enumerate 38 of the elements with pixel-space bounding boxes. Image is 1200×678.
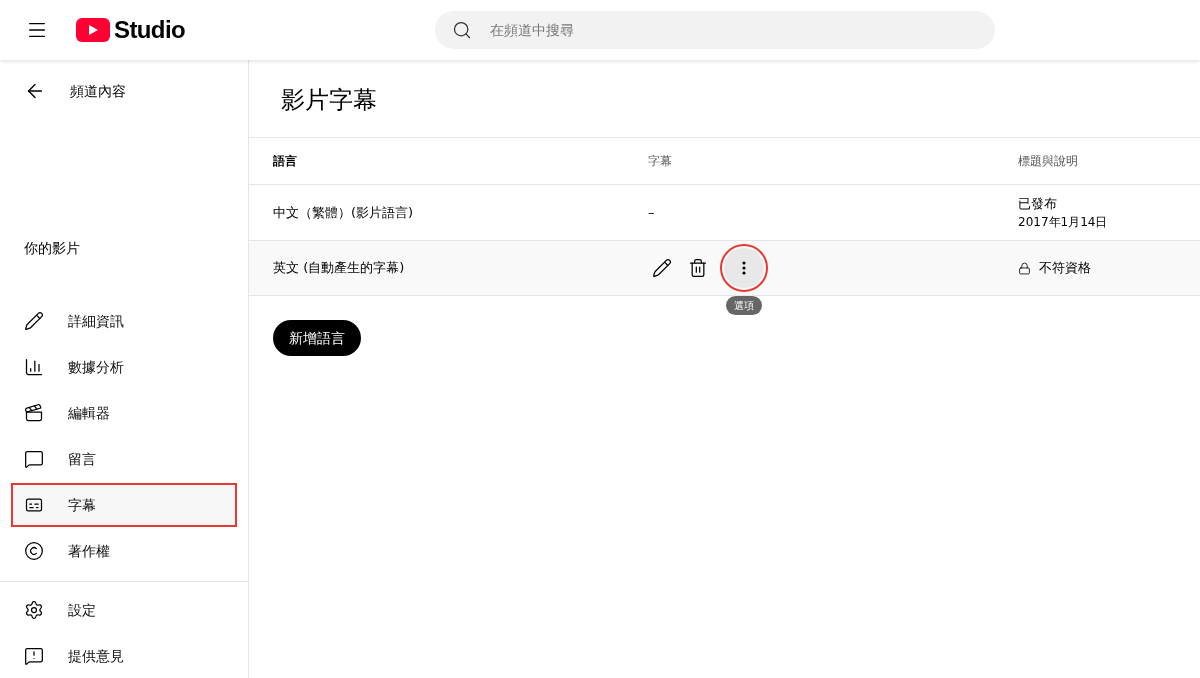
sidebar-item[interactable]: 著作權 xyxy=(13,531,235,571)
feedback-icon xyxy=(24,646,44,666)
sidebar-item[interactable]: 留言 xyxy=(13,439,235,479)
logo-text: Studio xyxy=(114,15,186,45)
sidebar-item[interactable]: 數據分析 xyxy=(13,347,235,387)
chart-icon xyxy=(24,357,44,377)
sidebar-item[interactable]: 提供意見 xyxy=(13,636,235,676)
table-cell-text: – xyxy=(648,203,656,222)
table-cell-text: 中文（繁體）(影片語言) xyxy=(273,203,415,222)
status-text: 已發布 xyxy=(1018,194,1058,213)
logo-icon xyxy=(76,18,110,42)
table-cell-text: 英文 (自動產生的字幕) xyxy=(273,259,406,278)
pencil-icon xyxy=(24,311,44,331)
clapperboard-icon xyxy=(24,403,44,423)
copyright-icon xyxy=(24,541,44,561)
status-text: 不符資格 xyxy=(1039,259,1091,278)
more-icon xyxy=(742,261,746,275)
column-header: 語言 xyxy=(273,153,298,170)
options-button[interactable] xyxy=(724,248,764,288)
date-text: 2017年1月14日 xyxy=(1018,214,1109,232)
search-field[interactable]: 在頻道中搜尋 xyxy=(435,11,996,49)
tooltip: 選項 xyxy=(726,296,762,315)
sidebar-item[interactable]: 設定 xyxy=(13,590,235,630)
settings-icon xyxy=(24,600,44,620)
sidebar-item[interactable]: 字幕 xyxy=(13,485,235,525)
sidebar-item[interactable]: 編輯器 xyxy=(13,393,235,433)
section-title: 你的影片 xyxy=(23,239,81,258)
add-language-button[interactable]: 新增語言 xyxy=(273,320,361,356)
delete-icon[interactable] xyxy=(688,258,708,278)
back-link[interactable]: 頻道內容 xyxy=(70,80,126,102)
lock-icon xyxy=(1018,261,1031,275)
edit-icon[interactable] xyxy=(652,258,672,278)
page-title: 影片字幕 xyxy=(280,85,378,116)
comment-icon xyxy=(24,449,44,469)
search-icon xyxy=(452,20,473,40)
sidebar-item[interactable]: 詳細資訊 xyxy=(13,301,235,341)
column-header: 標題與說明 xyxy=(1018,153,1079,170)
column-header: 字幕 xyxy=(648,153,673,170)
